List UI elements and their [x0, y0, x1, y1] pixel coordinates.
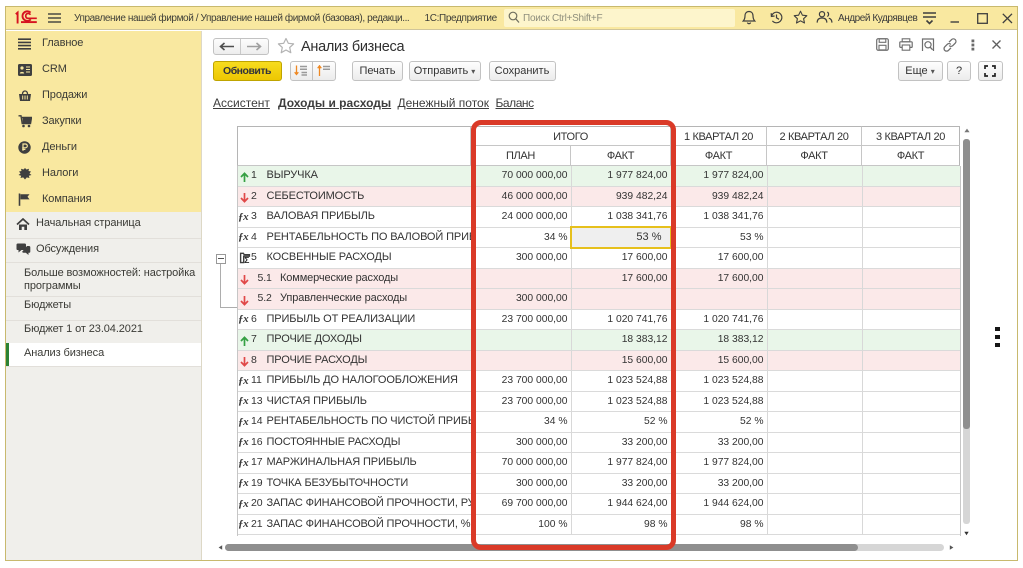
svg-text:Σ: Σ: [244, 255, 249, 264]
